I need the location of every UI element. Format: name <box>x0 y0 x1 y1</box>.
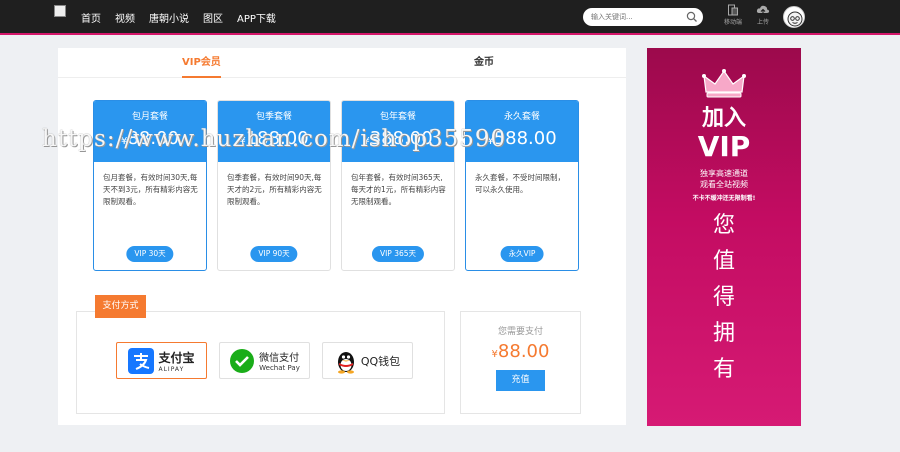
alipay-sub: ALIPAY <box>158 365 185 373</box>
search-icon[interactable] <box>686 11 698 23</box>
mobile-icon <box>728 4 738 16</box>
plan-card-quarterly[interactable]: 包季套餐 ¥188.00 包季套餐，有效时间90天,每天才的2元，所有精彩内容无… <box>217 100 331 271</box>
crown-icon <box>702 69 746 98</box>
nav-videos[interactable]: 视频 <box>115 10 135 25</box>
mobile-label: 移动端 <box>723 19 742 26</box>
plan-card-header: 永久套餐 ¥588.00 <box>466 101 578 162</box>
plan-card-header: 包季套餐 ¥188.00 <box>218 101 330 162</box>
plan-card-yearly[interactable]: 包年套餐 ¥388.00 包年套餐，有效时间365天,每天才的1元，所有精彩内容… <box>341 100 455 271</box>
tab-bar: VIP会员 金币 <box>58 48 626 78</box>
ad-tagline: 不卡不缓冲还无限制看! <box>692 195 756 202</box>
pay-wechat[interactable]: 微信支付 Wechat Pay <box>219 342 310 379</box>
ad-subtitle: 独享高速通道 观看全站视频 <box>700 169 748 189</box>
qq-wallet-name: QQ钱包 <box>360 354 401 368</box>
avatar-face-icon <box>787 11 803 27</box>
plan-button[interactable]: VIP 90天 <box>250 246 298 262</box>
amount-due-value: ¥88.00 <box>491 341 550 362</box>
payment-summary: 您需要支付 ¥88.00 充值 <box>460 311 581 414</box>
recharge-button[interactable]: 充值 <box>496 370 545 391</box>
pay-alipay[interactable]: 支付宝 ALIPAY <box>116 342 207 379</box>
plan-name: 包季套餐 <box>255 112 292 122</box>
top-nav-bar: 首页 视频 唐朝小说 图区 APP下载 移动端 上传 <box>0 0 900 35</box>
plan-card-header: 包年套餐 ¥388.00 <box>342 101 454 162</box>
plan-card-header: 包月套餐 ¥88.00 <box>94 101 206 162</box>
search-input[interactable] <box>583 8 679 26</box>
plan-price: ¥388.00 <box>363 128 433 149</box>
upload-label: 上传 <box>756 19 769 26</box>
wechat-pay-icon <box>230 348 255 373</box>
plan-button[interactable]: VIP 30天 <box>126 246 174 262</box>
plan-description: 包年套餐，有效时间365天,每天才的1元，所有精彩内容无限制观看。 <box>351 173 446 206</box>
wechat-pay-name: 微信支付 <box>259 353 300 364</box>
site-logo[interactable] <box>54 5 66 17</box>
wechat-pay-sub: Wechat Pay <box>259 364 300 372</box>
plan-description: 包月套餐，有效时间30天,每天不到3元，所有精彩内容无限制观看。 <box>103 173 198 206</box>
plan-card-lifetime[interactable]: 永久套餐 ¥588.00 永久套餐，不受时间限制，可以永久使用。 永久VIP <box>465 100 579 271</box>
plan-price: ¥88.00 <box>121 128 179 149</box>
plan-button[interactable]: 永久VIP <box>500 246 544 262</box>
nav-home[interactable]: 首页 <box>81 10 101 25</box>
plan-name: 永久套餐 <box>503 112 540 122</box>
plan-name: 包月套餐 <box>131 112 168 122</box>
tab-coins[interactable]: 金币 <box>474 48 494 78</box>
plan-card-monthly[interactable]: 包月套餐 ¥88.00 包月套餐，有效时间30天,每天不到3元，所有精彩内容无限… <box>93 100 207 271</box>
plan-price: ¥188.00 <box>239 128 309 149</box>
upload-icon <box>756 5 770 14</box>
payment-method-label: 支付方式 <box>95 295 146 318</box>
recharge-panel: VIP会员 金币 包月套餐 ¥88.00 包月套餐，有效时间30天,每天不到3元… <box>58 48 626 425</box>
nav-gallery[interactable]: 图区 <box>203 10 223 25</box>
mobile-button[interactable]: 移动端 <box>720 4 746 26</box>
qq-penguin-icon <box>337 351 354 374</box>
tab-vip[interactable]: VIP会员 <box>182 48 221 78</box>
amount-due-label: 您需要支付 <box>497 327 543 337</box>
plan-description: 包季套餐，有效时间90天,每天才的2元，所有精彩内容无限制观看。 <box>227 173 322 206</box>
pay-qq-wallet[interactable]: QQ钱包 <box>322 342 413 379</box>
user-avatar[interactable] <box>783 6 805 28</box>
ad-join-vip: 加入 VIP <box>697 106 751 163</box>
upload-button[interactable]: 上传 <box>750 4 776 26</box>
main-nav: 首页 视频 唐朝小说 图区 APP下载 <box>81 0 290 35</box>
ad-slogan: 您 值 得 拥 有 <box>712 213 735 382</box>
nav-app-download[interactable]: APP下载 <box>237 10 276 25</box>
nav-novels[interactable]: 唐朝小说 <box>149 10 189 25</box>
plan-name: 包年套餐 <box>379 112 416 122</box>
alipay-name: 支付宝 <box>158 350 195 365</box>
plan-price: ¥588.00 <box>487 128 557 149</box>
plan-description: 永久套餐，不受时间限制，可以永久使用。 <box>475 173 565 194</box>
search-box <box>583 8 703 26</box>
plan-button[interactable]: VIP 365天 <box>371 246 425 262</box>
vip-ad-banner[interactable]: 加入 VIP 独享高速通道 观看全站视频 不卡不缓冲还无限制看! 您 值 得 拥… <box>647 48 801 426</box>
alipay-icon <box>128 347 155 374</box>
